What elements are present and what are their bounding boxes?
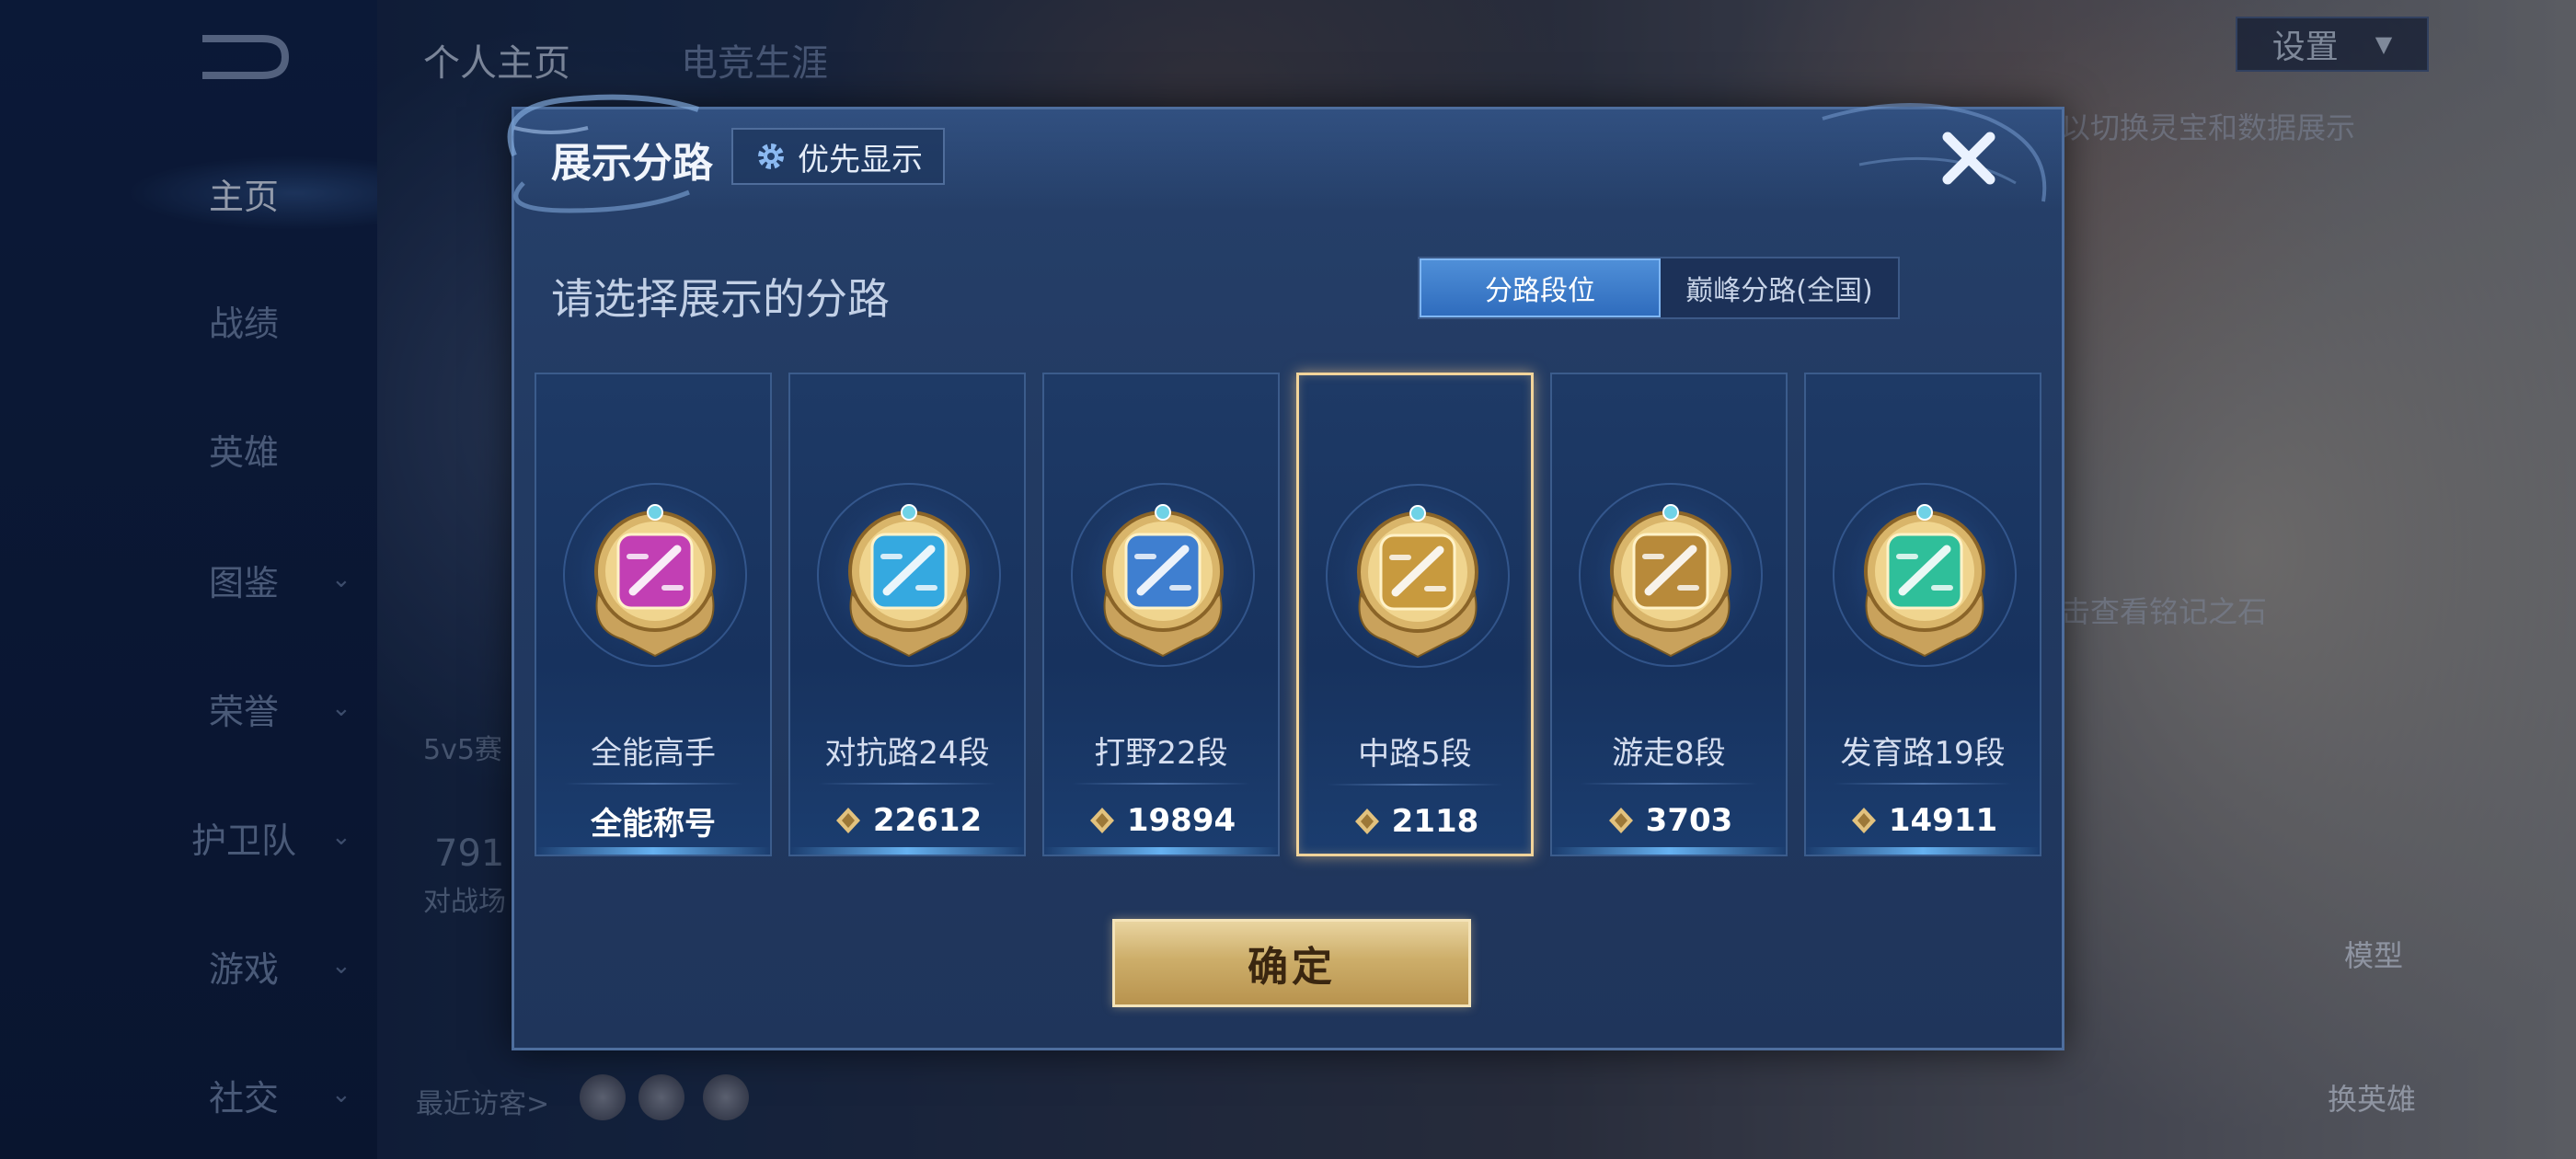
rank-score-icon <box>1608 808 1633 833</box>
rank-score-icon <box>1089 808 1114 833</box>
rank-score-icon <box>835 808 860 833</box>
lane-card[interactable]: 打野22段 19894 <box>1042 373 1280 856</box>
display-mode-segment: 分路段位 巅峰分路(全国) <box>1418 257 1900 319</box>
lane-card-name: 对抗路24段 <box>824 735 990 772</box>
rank-score-icon <box>1851 808 1876 833</box>
lane-score-value: 19894 <box>1126 802 1236 839</box>
lane-display-dialog: 展示分路 优先显示 请选择展示的分路 分路段位 巅峰分路(全国) 全能高手全能称… <box>507 94 2064 1050</box>
divider <box>1327 784 1503 786</box>
lane-score-value: 14911 <box>1888 802 1998 839</box>
lane-card-score: 22612 <box>790 798 1024 843</box>
divider <box>818 783 996 785</box>
lane-card-name: 打野22段 <box>1094 735 1228 772</box>
dialog-title: 展示分路 <box>551 140 713 187</box>
lane-rank-badge-icon <box>1864 504 1985 658</box>
lane-card[interactable]: 对抗路24段 22612 <box>788 373 1026 856</box>
close-icon <box>1942 132 1995 185</box>
lane-card-score: 3703 <box>1552 798 1786 843</box>
lane-score-value: 全能称号 <box>591 805 716 843</box>
tab-peak-lane-national[interactable]: 巅峰分路(全国) <box>1661 258 1898 317</box>
priority-display-label: 优先显示 <box>798 141 923 178</box>
gear-icon <box>758 143 784 169</box>
lane-card-name: 发育路19段 <box>1840 735 2006 772</box>
lane-card-score: 19894 <box>1044 798 1278 843</box>
lane-card-list: 全能高手 全能称号 对抗路24段 22612 打野22段 19894 中路5段 2118 游走8… <box>535 373 2043 860</box>
dialog-subtitle: 请选择展示的分路 <box>551 274 890 324</box>
lane-rank-badge-icon <box>848 504 970 658</box>
rank-score-icon <box>1354 809 1379 834</box>
lane-card-name: 中路5段 <box>1358 736 1472 773</box>
lane-card-score: 14911 <box>1806 798 2040 843</box>
lane-card[interactable]: 发育路19段 14911 <box>1804 373 2041 856</box>
priority-display-button[interactable]: 优先显示 <box>731 128 945 185</box>
divider <box>1580 783 1758 785</box>
lane-score-value: 3703 <box>1645 802 1733 839</box>
lane-score-value: 22612 <box>872 802 983 839</box>
lane-rank-badge-icon <box>1357 505 1478 659</box>
lane-card[interactable]: 中路5段 2118 <box>1296 373 1534 856</box>
lane-card-score: 全能称号 <box>536 798 770 843</box>
lane-card-name: 游走8段 <box>1612 735 1726 772</box>
lane-card[interactable]: 游走8段 3703 <box>1550 373 1788 856</box>
lane-rank-badge-icon <box>594 504 716 658</box>
lane-rank-badge-icon <box>1102 504 1224 658</box>
confirm-button[interactable]: 确定 <box>1112 919 1471 1007</box>
lane-card[interactable]: 全能高手 全能称号 <box>535 373 772 856</box>
lane-card-score: 2118 <box>1299 798 1531 844</box>
lane-card-name: 全能高手 <box>591 735 716 772</box>
lane-score-value: 2118 <box>1391 803 1479 840</box>
divider <box>1072 783 1250 785</box>
close-button[interactable] <box>1935 124 2003 192</box>
tab-lane-rank[interactable]: 分路段位 <box>1420 258 1661 317</box>
divider <box>564 783 742 785</box>
lane-rank-badge-icon <box>1610 504 1731 658</box>
divider <box>1834 783 2012 785</box>
